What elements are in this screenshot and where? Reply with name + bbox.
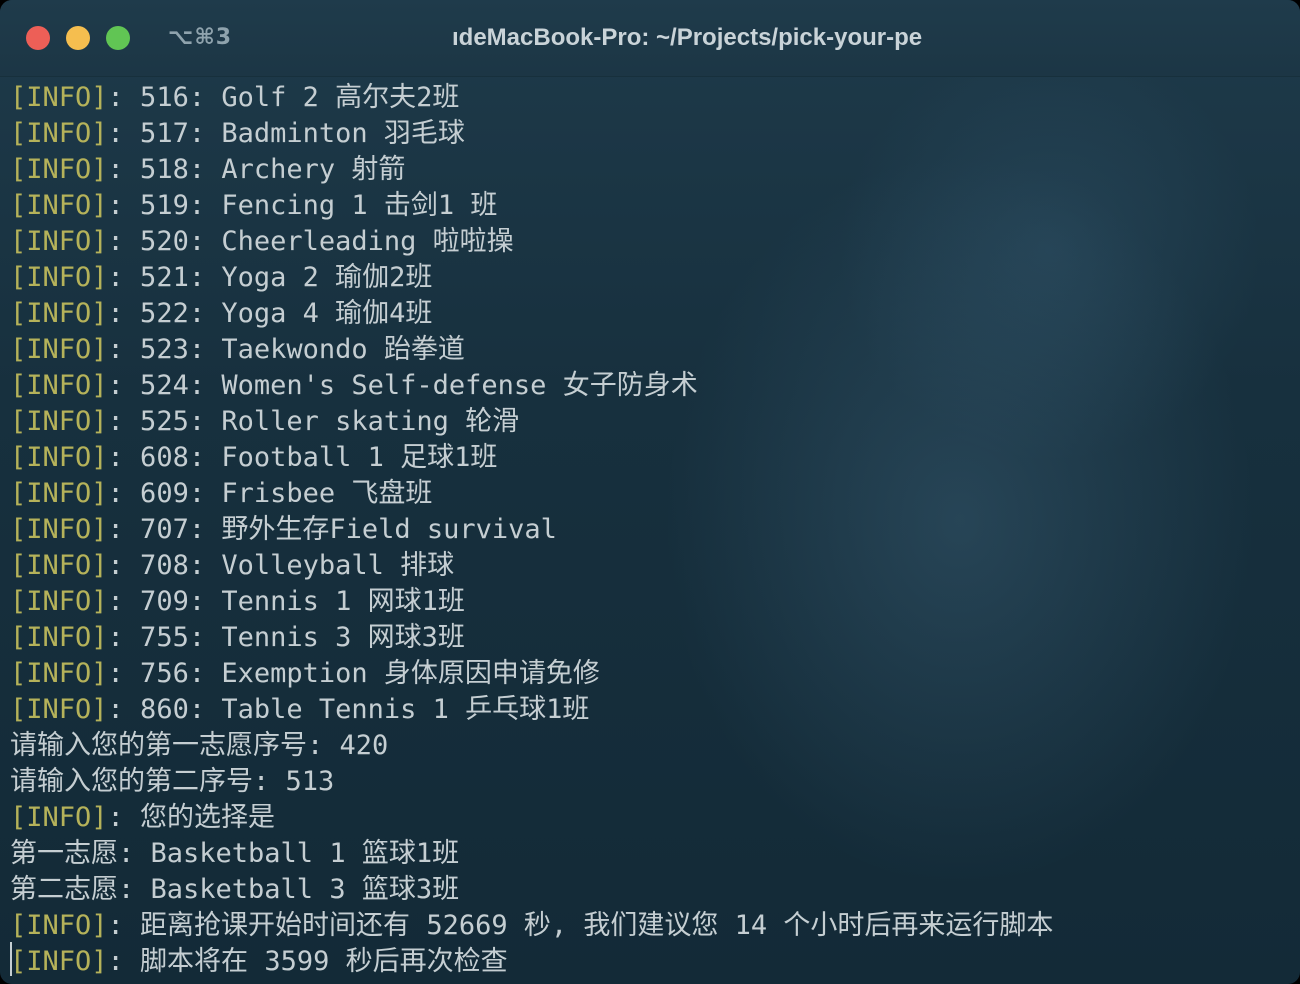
terminal-line: [INFO]: 522: Yoga 4 瑜伽4班 <box>10 296 1295 332</box>
line-text: : 707: 野外生存Field survival <box>107 514 557 545</box>
terminal-line: [INFO]: 860: Table Tennis 1 乒乓球1班 <box>10 692 1295 728</box>
terminal-line: [INFO]: 距离抢课开始时间还有 52669 秒, 我们建议您 14 个小时… <box>10 908 1295 944</box>
terminal-line: [INFO]: 脚本将在 3599 秒后再次检查 <box>10 944 1295 980</box>
info-tag: [INFO] <box>10 946 108 977</box>
terminal-line: [INFO]: 523: Taekwondo 跆拳道 <box>10 332 1295 368</box>
terminal-window: ⌥⌘3 ıdeMacBook-Pro: ~/Projects/pick-your… <box>0 0 1300 984</box>
line-text: 第一志愿: Basketball 1 篮球1班 <box>10 838 460 869</box>
line-text: : 520: Cheerleading 啦啦操 <box>107 226 514 257</box>
info-tag: [INFO] <box>10 910 108 941</box>
window-shortcut-label: ⌥⌘3 <box>168 25 233 50</box>
terminal-line: [INFO]: 520: Cheerleading 啦啦操 <box>10 224 1295 260</box>
terminal-line: [INFO]: 709: Tennis 1 网球1班 <box>10 584 1295 620</box>
line-text: 第二志愿: Basketball 3 篮球3班 <box>10 874 460 905</box>
line-text: : 518: Archery 射箭 <box>107 154 406 185</box>
close-button[interactable] <box>26 26 50 50</box>
terminal-line: [INFO]: 609: Frisbee 飞盘班 <box>10 476 1295 512</box>
terminal-line: 请输入您的第一志愿序号: 420 <box>10 728 1295 764</box>
terminal-line: [INFO]: 755: Tennis 3 网球3班 <box>10 620 1295 656</box>
info-tag: [INFO] <box>10 334 108 365</box>
info-tag: [INFO] <box>10 442 108 473</box>
terminal-line: 第二志愿: Basketball 3 篮球3班 <box>10 872 1295 908</box>
line-text: : 距离抢课开始时间还有 52669 秒, 我们建议您 14 个小时后再来运行脚… <box>107 910 1054 941</box>
line-text: : 755: Tennis 3 网球3班 <box>107 622 465 653</box>
line-text: : 708: Volleyball 排球 <box>107 550 455 581</box>
line-text: : 709: Tennis 1 网球1班 <box>107 586 465 617</box>
info-tag: [INFO] <box>10 658 108 689</box>
text-cursor <box>10 942 12 976</box>
info-tag: [INFO] <box>10 226 108 257</box>
terminal-line: [INFO]: 608: Football 1 足球1班 <box>10 440 1295 476</box>
line-text: 请输入您的第二序号: 513 <box>10 766 335 797</box>
line-text: : 521: Yoga 2 瑜伽2班 <box>107 262 433 293</box>
info-tag: [INFO] <box>10 154 108 185</box>
line-text: : 523: Taekwondo 跆拳道 <box>107 334 465 365</box>
line-text: : 您的选择是 <box>107 802 276 833</box>
line-text: : 519: Fencing 1 击剑1 班 <box>107 190 498 221</box>
info-tag: [INFO] <box>10 802 108 833</box>
line-text: : 525: Roller skating 轮滑 <box>107 406 520 437</box>
terminal-line: 第一志愿: Basketball 1 篮球1班 <box>10 836 1295 872</box>
title-bar[interactable]: ⌥⌘3 ıdeMacBook-Pro: ~/Projects/pick-your… <box>0 0 1300 77</box>
line-text: 请输入您的第一志愿序号: 420 <box>10 730 389 761</box>
terminal-line: [INFO]: 524: Women's Self-defense 女子防身术 <box>10 368 1295 404</box>
info-tag: [INFO] <box>10 550 108 581</box>
info-tag: [INFO] <box>10 190 108 221</box>
terminal-line: [INFO]: 525: Roller skating 轮滑 <box>10 404 1295 440</box>
info-tag: [INFO] <box>10 298 108 329</box>
terminal-line: [INFO]: 708: Volleyball 排球 <box>10 548 1295 584</box>
terminal-line: [INFO]: 521: Yoga 2 瑜伽2班 <box>10 260 1295 296</box>
terminal-line: [INFO]: 518: Archery 射箭 <box>10 152 1295 188</box>
info-tag: [INFO] <box>10 586 108 617</box>
line-text: : 608: Football 1 足球1班 <box>107 442 498 473</box>
terminal-line: [INFO]: 517: Badminton 羽毛球 <box>10 116 1295 152</box>
line-text: : 522: Yoga 4 瑜伽4班 <box>107 298 433 329</box>
info-tag: [INFO] <box>10 622 108 653</box>
info-tag: [INFO] <box>10 82 108 113</box>
terminal-line: [INFO]: 756: Exemption 身体原因申请免修 <box>10 656 1295 692</box>
info-tag: [INFO] <box>10 514 108 545</box>
terminal-line: 请输入您的第二序号: 513 <box>10 764 1295 800</box>
minimize-button[interactable] <box>66 26 90 50</box>
window-title: ıdeMacBook-Pro: ~/Projects/pick-your-pe <box>452 24 923 51</box>
info-tag: [INFO] <box>10 694 108 725</box>
line-text: : 609: Frisbee 飞盘班 <box>107 478 433 509</box>
info-tag: [INFO] <box>10 118 108 149</box>
info-tag: [INFO] <box>10 262 108 293</box>
maximize-button[interactable] <box>106 26 130 50</box>
info-tag: [INFO] <box>10 370 108 401</box>
line-text: : 517: Badminton 羽毛球 <box>107 118 465 149</box>
line-text: : 516: Golf 2 高尔夫2班 <box>107 82 460 113</box>
line-text: : 脚本将在 3599 秒后再次检查 <box>107 946 508 977</box>
line-text: : 524: Women's Self-defense 女子防身术 <box>107 370 698 401</box>
info-tag: [INFO] <box>10 478 108 509</box>
terminal-line: [INFO]: 707: 野外生存Field survival <box>10 512 1295 548</box>
terminal-output[interactable]: [INFO]: 516: Golf 2 高尔夫2班 [INFO]: 517: Ba… <box>10 80 1295 980</box>
info-tag: [INFO] <box>10 406 108 437</box>
line-text: : 756: Exemption 身体原因申请免修 <box>107 658 600 689</box>
terminal-line: [INFO]: 516: Golf 2 高尔夫2班 <box>10 80 1295 116</box>
terminal-line: [INFO]: 您的选择是 <box>10 800 1295 836</box>
terminal-line: [INFO]: 519: Fencing 1 击剑1 班 <box>10 188 1295 224</box>
line-text: : 860: Table Tennis 1 乒乓球1班 <box>107 694 590 725</box>
